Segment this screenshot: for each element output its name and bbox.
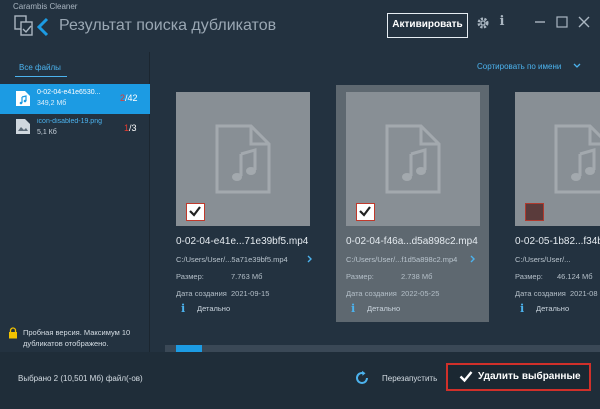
sort-dropdown[interactable]: Сортировать по имени: [477, 62, 561, 71]
check-icon: [459, 371, 473, 383]
details-link[interactable]: Детально: [367, 304, 400, 313]
check-icon: [189, 206, 201, 217]
sidebar-item-name: icon-disabled-19.png: [37, 118, 102, 125]
size-label: Размер:: [176, 272, 204, 281]
file-name: 0-02-05-1b82...f34b: [515, 236, 600, 247]
file-name: 0-02-04-e41e...71e39bf5.mp4: [176, 236, 309, 247]
sidebar-item-count-total: /3: [129, 123, 137, 133]
info-icon[interactable]: i: [181, 302, 185, 315]
horizontal-scrollbar[interactable]: [165, 345, 600, 352]
page-title: Результат поиска дубликатов: [59, 17, 277, 34]
filter-all-files[interactable]: Все файлы: [19, 63, 61, 72]
selection-status: Выбрано 2 (10,501 Мб) файл(-ов): [18, 374, 143, 383]
activate-button[interactable]: Активировать: [387, 13, 468, 38]
file-checkbox[interactable]: [525, 203, 544, 221]
sidebar-item-count-total: /42: [125, 93, 138, 103]
restart-icon[interactable]: [354, 370, 370, 386]
details-link[interactable]: Детально: [536, 304, 569, 313]
maximize-icon[interactable]: [555, 14, 569, 30]
sidebar-item-size: 349,2 Мб: [37, 100, 67, 107]
file-name: 0-02-04-f46a...d5a898c2.mp4: [346, 236, 478, 247]
date-value: 2021-08: [570, 289, 598, 298]
file-path[interactable]: C:/Users/User/...f1d5a898c2.mp4: [346, 255, 457, 264]
sidebar-item-count: 1/3: [124, 123, 137, 133]
size-label: Размер:: [515, 272, 543, 281]
sidebar-item-png-group[interactable]: icon-disabled-19.png 5,1 Кб 1/3: [0, 115, 150, 145]
size-value: 7.763 Мб: [231, 272, 263, 281]
chevron-right-icon[interactable]: [307, 255, 313, 263]
music-file-icon: [215, 124, 271, 194]
sidebar-item-size: 5,1 Кб: [37, 129, 57, 136]
file-thumbnail[interactable]: [346, 92, 480, 226]
check-icon: [359, 206, 371, 217]
app-name: Carambis Cleaner: [13, 2, 78, 11]
filter-underline: [15, 76, 67, 77]
file-path[interactable]: C:/Users/User/...5a71e39bf5.mp4: [176, 255, 288, 264]
details-link[interactable]: Детально: [197, 304, 230, 313]
info-icon[interactable]: i: [498, 14, 506, 32]
file-thumbnail[interactable]: [176, 92, 310, 226]
file-path[interactable]: C:/Users/User/...: [515, 255, 570, 264]
date-label: Дата создания: [515, 289, 566, 298]
size-label: Размер:: [346, 272, 374, 281]
trial-notice: Пробная версия. Максимум 10 дубликатов о…: [23, 328, 131, 348]
file-checkbox[interactable]: [186, 203, 205, 221]
file-thumbnail[interactable]: [515, 92, 600, 226]
music-file-icon: [385, 124, 441, 194]
scrollbar-thumb[interactable]: [176, 345, 202, 352]
size-value: 46.124 Мб: [557, 272, 593, 281]
size-value: 2.738 Мб: [401, 272, 433, 281]
info-icon[interactable]: i: [520, 302, 524, 315]
info-icon[interactable]: i: [351, 302, 355, 315]
sidebar-item-name: 0-02-04-e41e6530...: [37, 89, 101, 96]
date-label: Дата создания: [346, 289, 397, 298]
minimize-icon[interactable]: [533, 14, 547, 30]
date-value: 2022-05-25: [401, 289, 440, 298]
sidebar-item-count: 2/42: [120, 93, 138, 103]
music-file-icon: [554, 124, 600, 194]
image-file-icon: [16, 119, 30, 134]
date-label: Дата создания: [176, 289, 227, 298]
delete-selected-label[interactable]: Удалить выбранные: [478, 371, 581, 382]
music-file-icon: [16, 91, 30, 106]
app-logo-icon: [14, 15, 33, 36]
date-value: 2021-09-15: [231, 289, 270, 298]
file-checkbox[interactable]: [356, 203, 375, 221]
chevron-right-icon[interactable]: [470, 255, 476, 263]
sidebar-item-mp4-group[interactable]: 0-02-04-e41e6530... 349,2 Мб 2/42: [0, 84, 150, 114]
close-icon[interactable]: [577, 14, 591, 30]
back-chevron-icon[interactable]: [36, 17, 50, 37]
restart-button[interactable]: Перезапустить: [382, 374, 437, 383]
file-card-clipped[interactable]: 0-02-05-1b82...f34b C:/Users/User/... Ра…: [515, 92, 600, 352]
gear-icon[interactable]: [476, 16, 490, 30]
chevron-down-icon[interactable]: [573, 62, 581, 70]
lock-icon: [9, 327, 17, 339]
